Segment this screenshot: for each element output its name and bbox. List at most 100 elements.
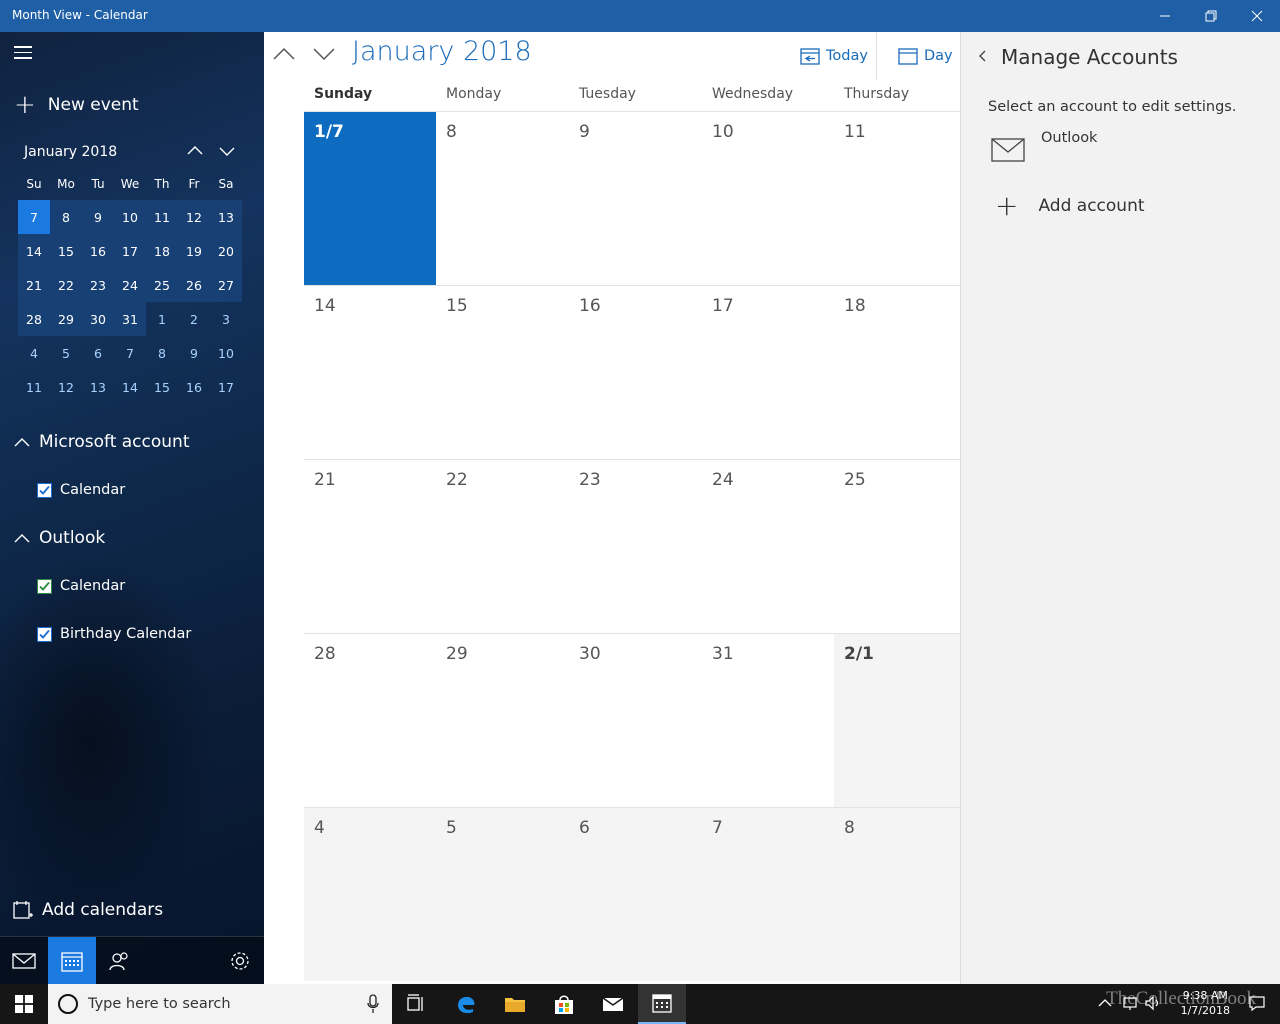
day-cell[interactable]: 18 xyxy=(834,286,960,459)
calendar-item-outlook-calendar[interactable]: Calendar xyxy=(37,578,125,594)
mini-calendar-day[interactable]: 10 xyxy=(114,200,146,234)
mini-calendar-day[interactable]: 15 xyxy=(50,234,82,268)
mini-calendar-day[interactable]: 1 xyxy=(146,302,178,336)
mini-calendar-day[interactable]: 18 xyxy=(146,234,178,268)
next-month-button[interactable] xyxy=(312,44,338,66)
task-view-button[interactable] xyxy=(392,984,440,1024)
new-event-button[interactable]: + New event xyxy=(14,92,139,118)
mini-calendar-day[interactable]: 22 xyxy=(50,268,82,302)
day-cell[interactable]: 22 xyxy=(436,460,569,633)
mini-calendar-day[interactable]: 31 xyxy=(114,302,146,336)
mini-calendar-day[interactable]: 17 xyxy=(210,370,242,404)
microphone-icon[interactable] xyxy=(366,994,380,1014)
mini-calendar-day[interactable]: 8 xyxy=(146,336,178,370)
file-explorer-button[interactable] xyxy=(491,984,539,1024)
day-cell[interactable]: 11 xyxy=(834,112,960,285)
mail-app-button[interactable] xyxy=(0,937,48,984)
outlook-group-header[interactable]: Outlook xyxy=(14,528,105,548)
mini-calendar-day[interactable]: 5 xyxy=(50,336,82,370)
edge-browser-button[interactable] xyxy=(442,984,490,1024)
back-button[interactable] xyxy=(975,48,991,64)
mini-calendar-day[interactable]: 6 xyxy=(82,336,114,370)
day-cell[interactable]: 8 xyxy=(834,808,960,981)
close-button[interactable] xyxy=(1234,0,1280,32)
mini-calendar-day[interactable]: 24 xyxy=(114,268,146,302)
mini-calendar-day[interactable]: 9 xyxy=(178,336,210,370)
day-cell[interactable]: 16 xyxy=(569,286,702,459)
day-cell[interactable]: 8 xyxy=(436,112,569,285)
action-center-icon[interactable] xyxy=(1248,994,1266,1012)
mini-calendar-day[interactable]: 26 xyxy=(178,268,210,302)
hamburger-menu-icon[interactable] xyxy=(14,46,34,62)
checkbox[interactable] xyxy=(37,578,52,594)
taskbar-search-box[interactable]: Type here to search xyxy=(48,984,392,1024)
day-cell[interactable]: 17 xyxy=(702,286,834,459)
mini-calendar-day[interactable]: 28 xyxy=(18,302,50,336)
mail-taskbar-button[interactable] xyxy=(589,984,637,1024)
settings-button[interactable] xyxy=(216,937,264,984)
mini-calendar-day[interactable]: 12 xyxy=(50,370,82,404)
previous-month-button[interactable] xyxy=(272,44,298,66)
mini-calendar-day[interactable]: 8 xyxy=(50,200,82,234)
minimize-button[interactable] xyxy=(1142,0,1188,32)
add-calendars-button[interactable]: Add calendars xyxy=(12,899,163,921)
mini-calendar-next-button[interactable] xyxy=(218,142,242,164)
start-button[interactable] xyxy=(0,984,48,1024)
day-cell[interactable]: 25 xyxy=(834,460,960,633)
mini-calendar-day[interactable]: 14 xyxy=(18,234,50,268)
day-cell[interactable]: 1/7 xyxy=(304,112,436,285)
store-button[interactable] xyxy=(540,984,588,1024)
day-cell[interactable]: 30 xyxy=(569,634,702,807)
day-cell[interactable]: 29 xyxy=(436,634,569,807)
day-view-button[interactable]: Day xyxy=(898,46,953,66)
mini-calendar-day[interactable]: 2 xyxy=(178,302,210,336)
mini-calendar-day[interactable]: 14 xyxy=(114,370,146,404)
today-button[interactable]: Today xyxy=(800,46,868,66)
mini-calendar-day[interactable]: 25 xyxy=(146,268,178,302)
checkbox[interactable] xyxy=(37,482,52,498)
day-cell[interactable]: 9 xyxy=(569,112,702,285)
mini-calendar-day[interactable]: 23 xyxy=(82,268,114,302)
mini-calendar-day[interactable]: 29 xyxy=(50,302,82,336)
mini-calendar-day[interactable]: 19 xyxy=(178,234,210,268)
day-cell[interactable]: 2/1 xyxy=(834,634,960,807)
mini-calendar-day[interactable]: 9 xyxy=(82,200,114,234)
day-cell[interactable]: 14 xyxy=(304,286,436,459)
mini-calendar-day[interactable]: 30 xyxy=(82,302,114,336)
mini-calendar-day[interactable]: 11 xyxy=(18,370,50,404)
day-cell[interactable]: 7 xyxy=(702,808,834,981)
mini-calendar-day[interactable]: 13 xyxy=(210,200,242,234)
calendar-app-button[interactable] xyxy=(48,937,96,984)
mini-calendar-day[interactable]: 27 xyxy=(210,268,242,302)
clock[interactable]: 9:38 AM 1/7/2018 xyxy=(1181,988,1230,1018)
mini-calendar-day[interactable]: 12 xyxy=(178,200,210,234)
mini-calendar-day[interactable]: 17 xyxy=(114,234,146,268)
people-app-button[interactable] xyxy=(96,937,144,984)
calendar-item-birthday-calendar[interactable]: Birthday Calendar xyxy=(37,626,191,642)
mini-calendar-day[interactable]: 7 xyxy=(114,336,146,370)
day-cell[interactable]: 31 xyxy=(702,634,834,807)
day-cell[interactable]: 10 xyxy=(702,112,834,285)
account-item-outlook[interactable]: Outlook xyxy=(991,130,1097,164)
restore-button[interactable] xyxy=(1188,0,1234,32)
mini-calendar-day[interactable]: 16 xyxy=(82,234,114,268)
calendar-item-microsoft-calendar[interactable]: Calendar xyxy=(37,482,125,498)
day-cell[interactable]: 24 xyxy=(702,460,834,633)
mini-calendar-day[interactable]: 11 xyxy=(146,200,178,234)
mini-calendar-day[interactable]: 3 xyxy=(210,302,242,336)
day-cell[interactable]: 28 xyxy=(304,634,436,807)
mini-calendar-prev-button[interactable] xyxy=(186,142,210,164)
day-cell[interactable]: 21 xyxy=(304,460,436,633)
mini-calendar-day[interactable]: 15 xyxy=(146,370,178,404)
mini-calendar-day[interactable]: 16 xyxy=(178,370,210,404)
mini-calendar-day[interactable]: 4 xyxy=(18,336,50,370)
microsoft-account-group-header[interactable]: Microsoft account xyxy=(14,432,190,452)
day-cell[interactable]: 23 xyxy=(569,460,702,633)
mini-calendar-day[interactable]: 13 xyxy=(82,370,114,404)
checkbox[interactable] xyxy=(37,626,52,642)
calendar-taskbar-button[interactable] xyxy=(638,984,686,1024)
mini-calendar-day[interactable]: 20 xyxy=(210,234,242,268)
mini-calendar-day[interactable]: 21 xyxy=(18,268,50,302)
day-cell[interactable]: 15 xyxy=(436,286,569,459)
mini-calendar-day[interactable]: 7 xyxy=(18,200,50,234)
